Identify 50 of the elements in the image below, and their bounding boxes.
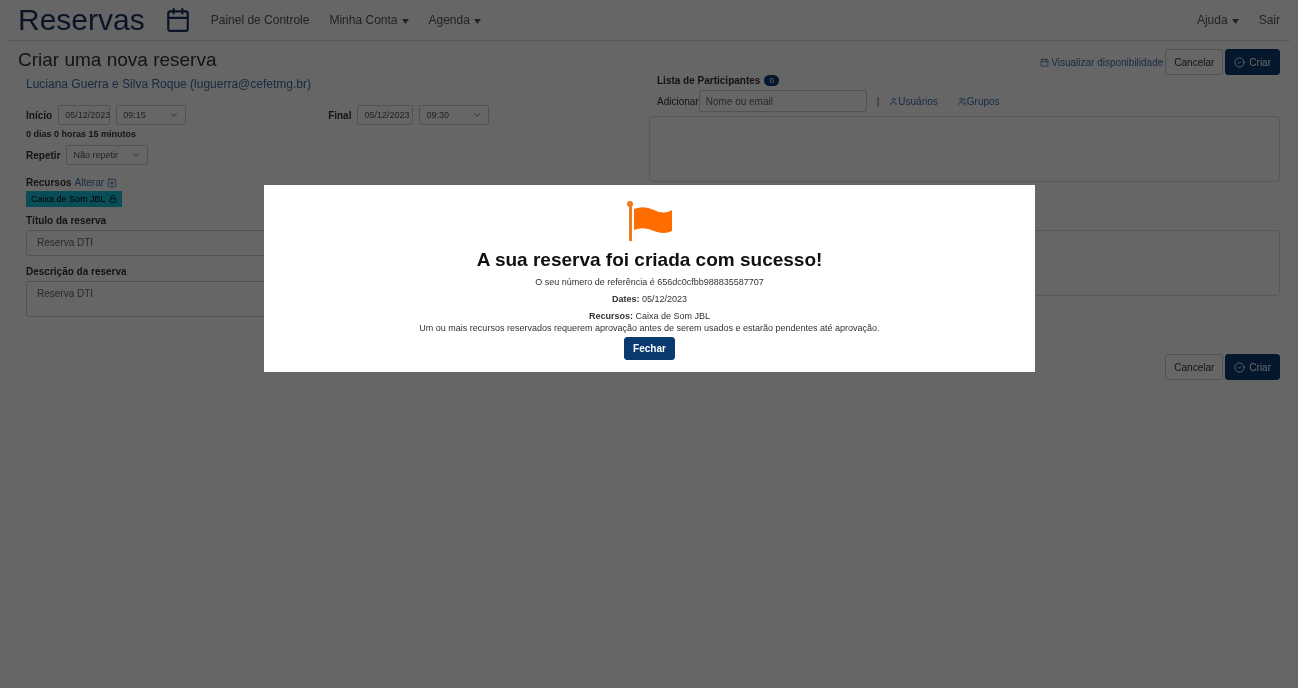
reference-text: O seu número de referência é 656dc0cfbb988835587707 — [535, 277, 764, 287]
page-title: Criar uma nova reserva — [18, 49, 218, 71]
check-icon — [1234, 56, 1246, 68]
close-button[interactable]: Fechar — [624, 337, 675, 360]
time-select[interactable]: 09:30 — [419, 105, 490, 125]
field-label: Descrição da reserva — [26, 266, 127, 277]
nav-link[interactable]: Agenda — [428, 13, 481, 27]
change-link[interactable]: Alterar — [74, 177, 105, 188]
user-icon — [889, 96, 899, 106]
repeat-select[interactable]: Não repetir — [66, 145, 149, 165]
users-icon — [957, 96, 967, 106]
chevron-icon — [169, 110, 180, 120]
separator-text: | — [876, 95, 880, 107]
field-label: Início — [26, 109, 53, 121]
cancel-button[interactable]: Cancelar — [1165, 49, 1224, 75]
dates-text: Dates: 05/12/2023 — [611, 294, 688, 304]
section-label: Lista de Participantes — [657, 75, 761, 86]
chevron-icon — [131, 150, 142, 160]
field-label: Recursos — [26, 177, 72, 188]
field-label: Repetir — [26, 149, 61, 161]
date-field[interactable]: 05/12/2023 — [58, 105, 111, 125]
resources-text: Recursos: Caixa de Som JBL — [588, 311, 711, 321]
owner-link[interactable]: Luciana Guerra e Silva Roque (luguerra@cefetmg.br) — [26, 77, 649, 91]
flag-icon — [625, 201, 674, 243]
create-button[interactable]: Criar — [1225, 354, 1280, 380]
nav-link[interactable]: Painel de Controle — [210, 13, 310, 27]
nav-link[interactable]: Sair — [1258, 13, 1280, 27]
cancel-button[interactable]: Cancelar — [1165, 354, 1224, 380]
create-button[interactable]: Criar — [1225, 49, 1280, 75]
field-label: Adicionar — [657, 95, 699, 107]
count-badge: 0 — [764, 75, 779, 86]
notice-text: Um ou mais recursos reservados requerem aprovação antes de serem usados e estarão pendentes até aprovação. — [419, 323, 880, 333]
field-label: Final — [328, 109, 352, 121]
chevron-icon — [472, 110, 483, 120]
plus-icon[interactable] — [107, 177, 118, 188]
time-select[interactable]: 09:15 — [116, 105, 187, 125]
dialog-heading: A sua reserva foi criada com sucesso! — [476, 249, 823, 271]
check-icon — [1234, 361, 1246, 373]
availability-link[interactable]: Visualizar disponibilidade — [1051, 56, 1164, 68]
nav-link[interactable]: Ajuda — [1196, 13, 1239, 27]
brand-logo[interactable]: Reservas — [18, 3, 145, 37]
duration-text: 0 dias 0 horas 15 minutos — [26, 129, 137, 139]
resource-tag: Caixa de Som JBL — [26, 191, 122, 207]
nav-link[interactable]: Minha Conta — [329, 13, 409, 27]
field-label: Título da reserva — [26, 215, 107, 226]
calendar-icon — [1040, 57, 1050, 67]
date-field[interactable]: 05/12/2023 — [357, 105, 414, 125]
calendar-icon — [164, 7, 191, 33]
groups-link[interactable]: Grupos — [966, 95, 1000, 107]
users-link[interactable]: Usuários — [898, 95, 938, 107]
